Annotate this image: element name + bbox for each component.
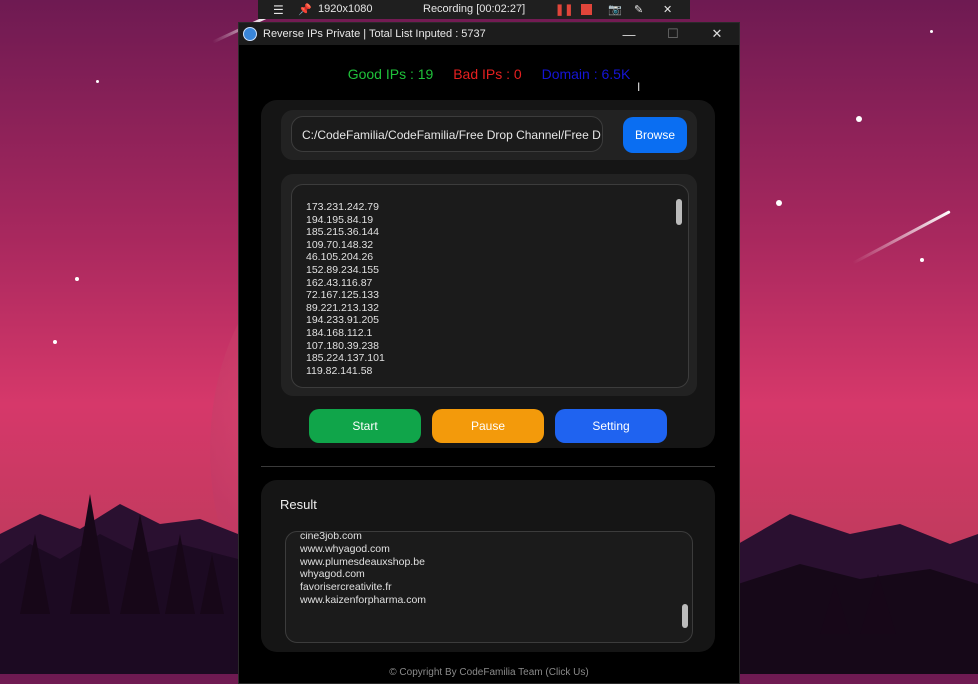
copyright-link[interactable]: © Copyright By CodeFamilia Team (Click U…: [239, 667, 739, 678]
ip-list-container: 173.231.242.79 194.195.84.19 185.215.36.14…: [281, 174, 697, 396]
bad-ips-count: Bad IPs : 0: [453, 66, 522, 82]
result-scrollbar[interactable]: [682, 604, 688, 628]
pen-icon[interactable]: ✎: [634, 3, 643, 16]
result-list-item: www.whyagod.com: [300, 542, 390, 555]
ip-list-item: 109.70.148.32: [306, 238, 374, 251]
ip-list-item: 46.105.204.26: [306, 251, 374, 264]
recorder-status: Recording [00:02:27]: [423, 3, 526, 15]
result-list: cine3job.com www.whyagod.com www.plumesdea…: [300, 531, 427, 607]
pause-icon[interactable]: ❚❚: [555, 3, 573, 16]
star: [856, 116, 862, 122]
ip-list-item: 162.43.116.87: [306, 276, 373, 289]
close-icon[interactable]: ✕: [695, 23, 739, 45]
ip-list-item: 152.89.234.155: [306, 263, 379, 276]
star: [930, 30, 933, 33]
result-list-item: favorisercreativite.fr: [300, 581, 392, 594]
app-icon: [243, 27, 257, 41]
ip-list-item: 107.180.39.238: [306, 339, 379, 352]
close-icon[interactable]: ✕: [663, 3, 672, 16]
result-list-item: www.kaizenforpharma.com: [300, 593, 427, 606]
maximize-icon[interactable]: ☐: [651, 23, 695, 45]
result-list-item: www.plumesdeauxshop.be: [300, 555, 425, 568]
browse-button[interactable]: Browse: [623, 117, 687, 153]
path-input[interactable]: C:/CodeFamilia/CodeFamilia/Free Drop Cha…: [291, 116, 603, 152]
star: [776, 200, 782, 206]
pin-icon[interactable]: 📌: [298, 3, 312, 16]
title-bar: Reverse IPs Private | Total List Inputed…: [239, 23, 739, 45]
result-title: Result: [280, 497, 317, 512]
input-panel: C:/CodeFamilia/CodeFamilia/Free Drop Cha…: [261, 100, 715, 448]
ip-list-item: 119.82.141.58: [306, 364, 373, 377]
ip-list-item: 184.168.112.1: [306, 326, 373, 339]
menu-icon[interactable]: ☰: [273, 3, 284, 17]
ip-list-textarea[interactable]: 173.231.242.79 194.195.84.19 185.215.36.14…: [291, 184, 689, 388]
divider: [261, 466, 715, 467]
path-row: C:/CodeFamilia/CodeFamilia/Free Drop Cha…: [281, 110, 697, 160]
domain-count: Domain : 6.5K: [541, 66, 631, 82]
stop-icon[interactable]: [581, 4, 592, 18]
setting-button[interactable]: Setting: [555, 409, 667, 443]
ip-list-item: 72.167.125.133: [306, 289, 379, 302]
app-window: Reverse IPs Private | Total List Inputed…: [238, 22, 740, 684]
result-panel: Result cine3job.com www.whyagod.com www.pl…: [261, 480, 715, 652]
text-cursor-icon: I: [637, 80, 641, 94]
star: [96, 80, 99, 83]
ip-list: 173.231.242.79 194.195.84.19 185.215.36.14…: [306, 201, 385, 377]
recorder-resolution: 1920x1080: [318, 3, 373, 15]
good-ips-count: Good IPs : 19: [347, 66, 434, 82]
ip-list-item: 89.221.213.132: [306, 301, 379, 314]
star: [53, 340, 57, 344]
result-list-item: cine3job.com: [300, 531, 362, 542]
ip-list-scrollbar[interactable]: [676, 199, 682, 225]
meteor: [852, 210, 951, 265]
ip-list-item: 185.215.36.144: [306, 226, 379, 239]
stats-bar: Good IPs : 19 Bad IPs : 0 Domain : 6.5K: [239, 66, 739, 82]
minimize-icon[interactable]: —: [607, 23, 651, 45]
result-list-item: whyagod.com: [300, 568, 365, 581]
pause-button[interactable]: Pause: [432, 409, 544, 443]
star: [75, 277, 79, 281]
ip-list-item: 185.224.137.101: [306, 352, 385, 365]
camera-icon[interactable]: 📷: [608, 3, 622, 16]
star: [920, 258, 924, 262]
window-title: Reverse IPs Private | Total List Inputed…: [263, 28, 486, 40]
ip-list-item: 194.233.91.205: [306, 314, 379, 327]
ip-list-item: 194.195.84.19: [306, 213, 374, 226]
ip-list-item: 173.231.242.79: [306, 201, 379, 213]
start-button[interactable]: Start: [309, 409, 421, 443]
screen-recorder-bar: ☰ 📌 1920x1080 Recording [00:02:27] ❚❚ 📷 …: [258, 0, 690, 19]
result-textarea[interactable]: cine3job.com www.whyagod.com www.plumesdea…: [285, 531, 693, 643]
